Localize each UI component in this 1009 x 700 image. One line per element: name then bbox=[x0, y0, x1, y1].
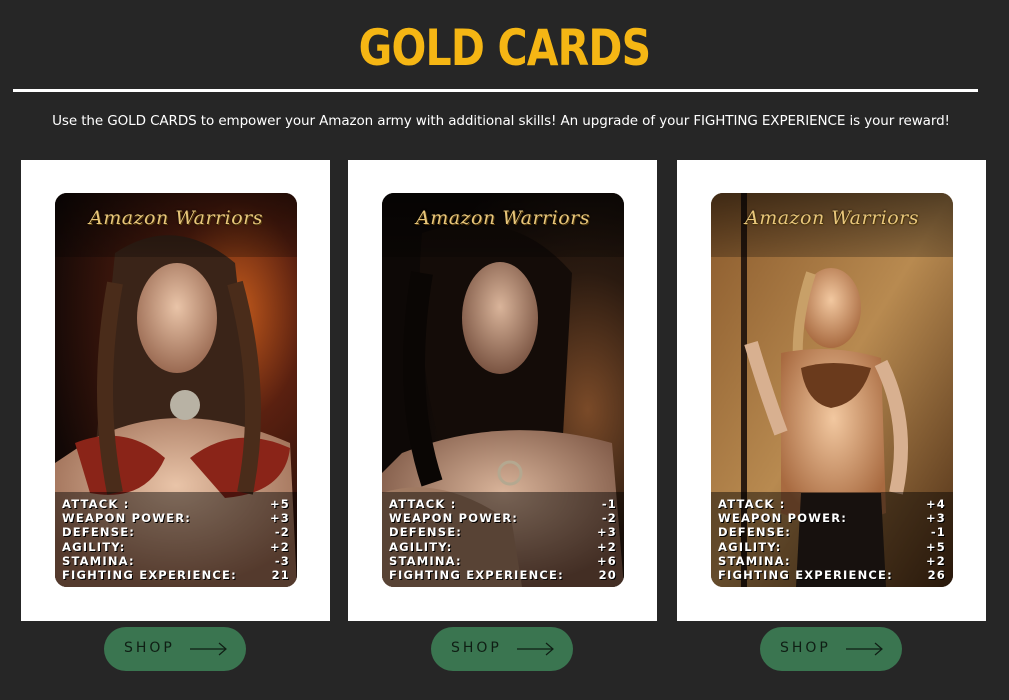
gold-card-1[interactable]: Amazon Warriors ATTACK : +5 WEAPON POWER… bbox=[55, 193, 297, 587]
card-logo-text: Amazon Warriors bbox=[88, 207, 263, 229]
stat-value: +5 bbox=[269, 497, 290, 511]
card-logo-3: Amazon Warriors bbox=[711, 193, 953, 257]
stat-value: -1 bbox=[930, 525, 946, 539]
arrow-right-icon bbox=[190, 642, 227, 656]
gold-card-3[interactable]: Amazon Warriors ATTACK : +4 WEAPON POWER… bbox=[711, 193, 953, 587]
stat-row-attack: ATTACK : +5 bbox=[62, 497, 290, 511]
stat-row-weapon-power: WEAPON POWER: -2 bbox=[389, 511, 617, 525]
stat-label: WEAPON POWER: bbox=[718, 511, 848, 525]
stat-row-stamina: STAMINA: -3 bbox=[62, 554, 290, 568]
shop-button-label: SHOP bbox=[451, 640, 502, 656]
stat-value: +4 bbox=[925, 497, 946, 511]
card-panel-2: Amazon Warriors ATTACK : -1 WEAPON POWER… bbox=[348, 160, 657, 621]
arrow-right-icon bbox=[517, 642, 554, 656]
stat-label: WEAPON POWER: bbox=[389, 511, 519, 525]
card-logo-2: Amazon Warriors bbox=[382, 193, 624, 257]
shop-button-2[interactable]: SHOP bbox=[431, 627, 573, 671]
stat-row-stamina: STAMINA: +6 bbox=[389, 554, 617, 568]
stat-label: STAMINA: bbox=[389, 554, 462, 568]
stat-value: 20 bbox=[598, 568, 617, 582]
stat-row-stamina: STAMINA: +2 bbox=[718, 554, 946, 568]
stat-row-agility: AGILITY: +2 bbox=[389, 540, 617, 554]
stat-value: +6 bbox=[596, 554, 617, 568]
stat-value: 26 bbox=[927, 568, 946, 582]
stat-row-weapon-power: WEAPON POWER: +3 bbox=[718, 511, 946, 525]
stat-row-agility: AGILITY: +2 bbox=[62, 540, 290, 554]
stat-label: WEAPON POWER: bbox=[62, 511, 192, 525]
stat-label: DEFENSE: bbox=[389, 525, 463, 539]
stat-label: ATTACK : bbox=[389, 497, 457, 511]
stat-label: ATTACK : bbox=[718, 497, 786, 511]
stat-label: DEFENSE: bbox=[62, 525, 136, 539]
stat-value: +2 bbox=[925, 554, 946, 568]
card-logo-text: Amazon Warriors bbox=[744, 207, 919, 229]
stat-row-defense: DEFENSE: +3 bbox=[389, 525, 617, 539]
card-panel-1: Amazon Warriors ATTACK : +5 WEAPON POWER… bbox=[21, 160, 330, 621]
card-logo-1: Amazon Warriors bbox=[55, 193, 297, 257]
stat-row-attack: ATTACK : +4 bbox=[718, 497, 946, 511]
stat-value: +3 bbox=[596, 525, 617, 539]
stat-row-fighting-experience: FIGHTING EXPERIENCE: 26 bbox=[718, 568, 946, 582]
stat-row-fighting-experience: FIGHTING EXPERIENCE: 20 bbox=[389, 568, 617, 582]
stat-label: FIGHTING EXPERIENCE: bbox=[62, 568, 237, 582]
gold-card-2[interactable]: Amazon Warriors ATTACK : -1 WEAPON POWER… bbox=[382, 193, 624, 587]
title-divider bbox=[13, 89, 978, 92]
card-stats-3: ATTACK : +4 WEAPON POWER: +3 DEFENSE: -1… bbox=[711, 492, 953, 587]
page-title: GOLD CARDS bbox=[358, 19, 652, 77]
stat-row-defense: DEFENSE: -1 bbox=[718, 525, 946, 539]
shop-button-1[interactable]: SHOP bbox=[104, 627, 246, 671]
arrow-right-icon bbox=[846, 642, 883, 656]
stat-label: FIGHTING EXPERIENCE: bbox=[389, 568, 564, 582]
stat-value: -1 bbox=[601, 497, 617, 511]
page-subtitle: Use the GOLD CARDS to empower your Amazo… bbox=[52, 113, 950, 129]
card-panel-3: Amazon Warriors ATTACK : +4 WEAPON POWER… bbox=[677, 160, 986, 621]
stat-row-weapon-power: WEAPON POWER: +3 bbox=[62, 511, 290, 525]
stat-value: -3 bbox=[274, 554, 290, 568]
stat-label: FIGHTING EXPERIENCE: bbox=[718, 568, 893, 582]
stat-label: STAMINA: bbox=[718, 554, 791, 568]
stat-row-fighting-experience: FIGHTING EXPERIENCE: 21 bbox=[62, 568, 290, 582]
stat-label: ATTACK : bbox=[62, 497, 130, 511]
gold-cards-page: GOLD CARDS Use the GOLD CARDS to empower… bbox=[0, 0, 1009, 700]
stat-value: 21 bbox=[271, 568, 290, 582]
stat-value: -2 bbox=[274, 525, 290, 539]
card-stats-1: ATTACK : +5 WEAPON POWER: +3 DEFENSE: -2… bbox=[55, 492, 297, 587]
stat-row-attack: ATTACK : -1 bbox=[389, 497, 617, 511]
shop-button-3[interactable]: SHOP bbox=[760, 627, 902, 671]
stat-label: AGILITY: bbox=[62, 540, 126, 554]
shop-button-label: SHOP bbox=[780, 640, 831, 656]
shop-button-label: SHOP bbox=[124, 640, 175, 656]
stat-value: +2 bbox=[269, 540, 290, 554]
stat-value: +3 bbox=[925, 511, 946, 525]
stat-value: +5 bbox=[925, 540, 946, 554]
stat-label: AGILITY: bbox=[389, 540, 453, 554]
card-logo-text: Amazon Warriors bbox=[415, 207, 590, 229]
stat-row-agility: AGILITY: +5 bbox=[718, 540, 946, 554]
card-stats-2: ATTACK : -1 WEAPON POWER: -2 DEFENSE: +3… bbox=[382, 492, 624, 587]
stat-label: STAMINA: bbox=[62, 554, 135, 568]
stat-value: +2 bbox=[596, 540, 617, 554]
stat-value: -2 bbox=[601, 511, 617, 525]
stat-row-defense: DEFENSE: -2 bbox=[62, 525, 290, 539]
stat-label: AGILITY: bbox=[718, 540, 782, 554]
stat-label: DEFENSE: bbox=[718, 525, 792, 539]
stat-value: +3 bbox=[269, 511, 290, 525]
